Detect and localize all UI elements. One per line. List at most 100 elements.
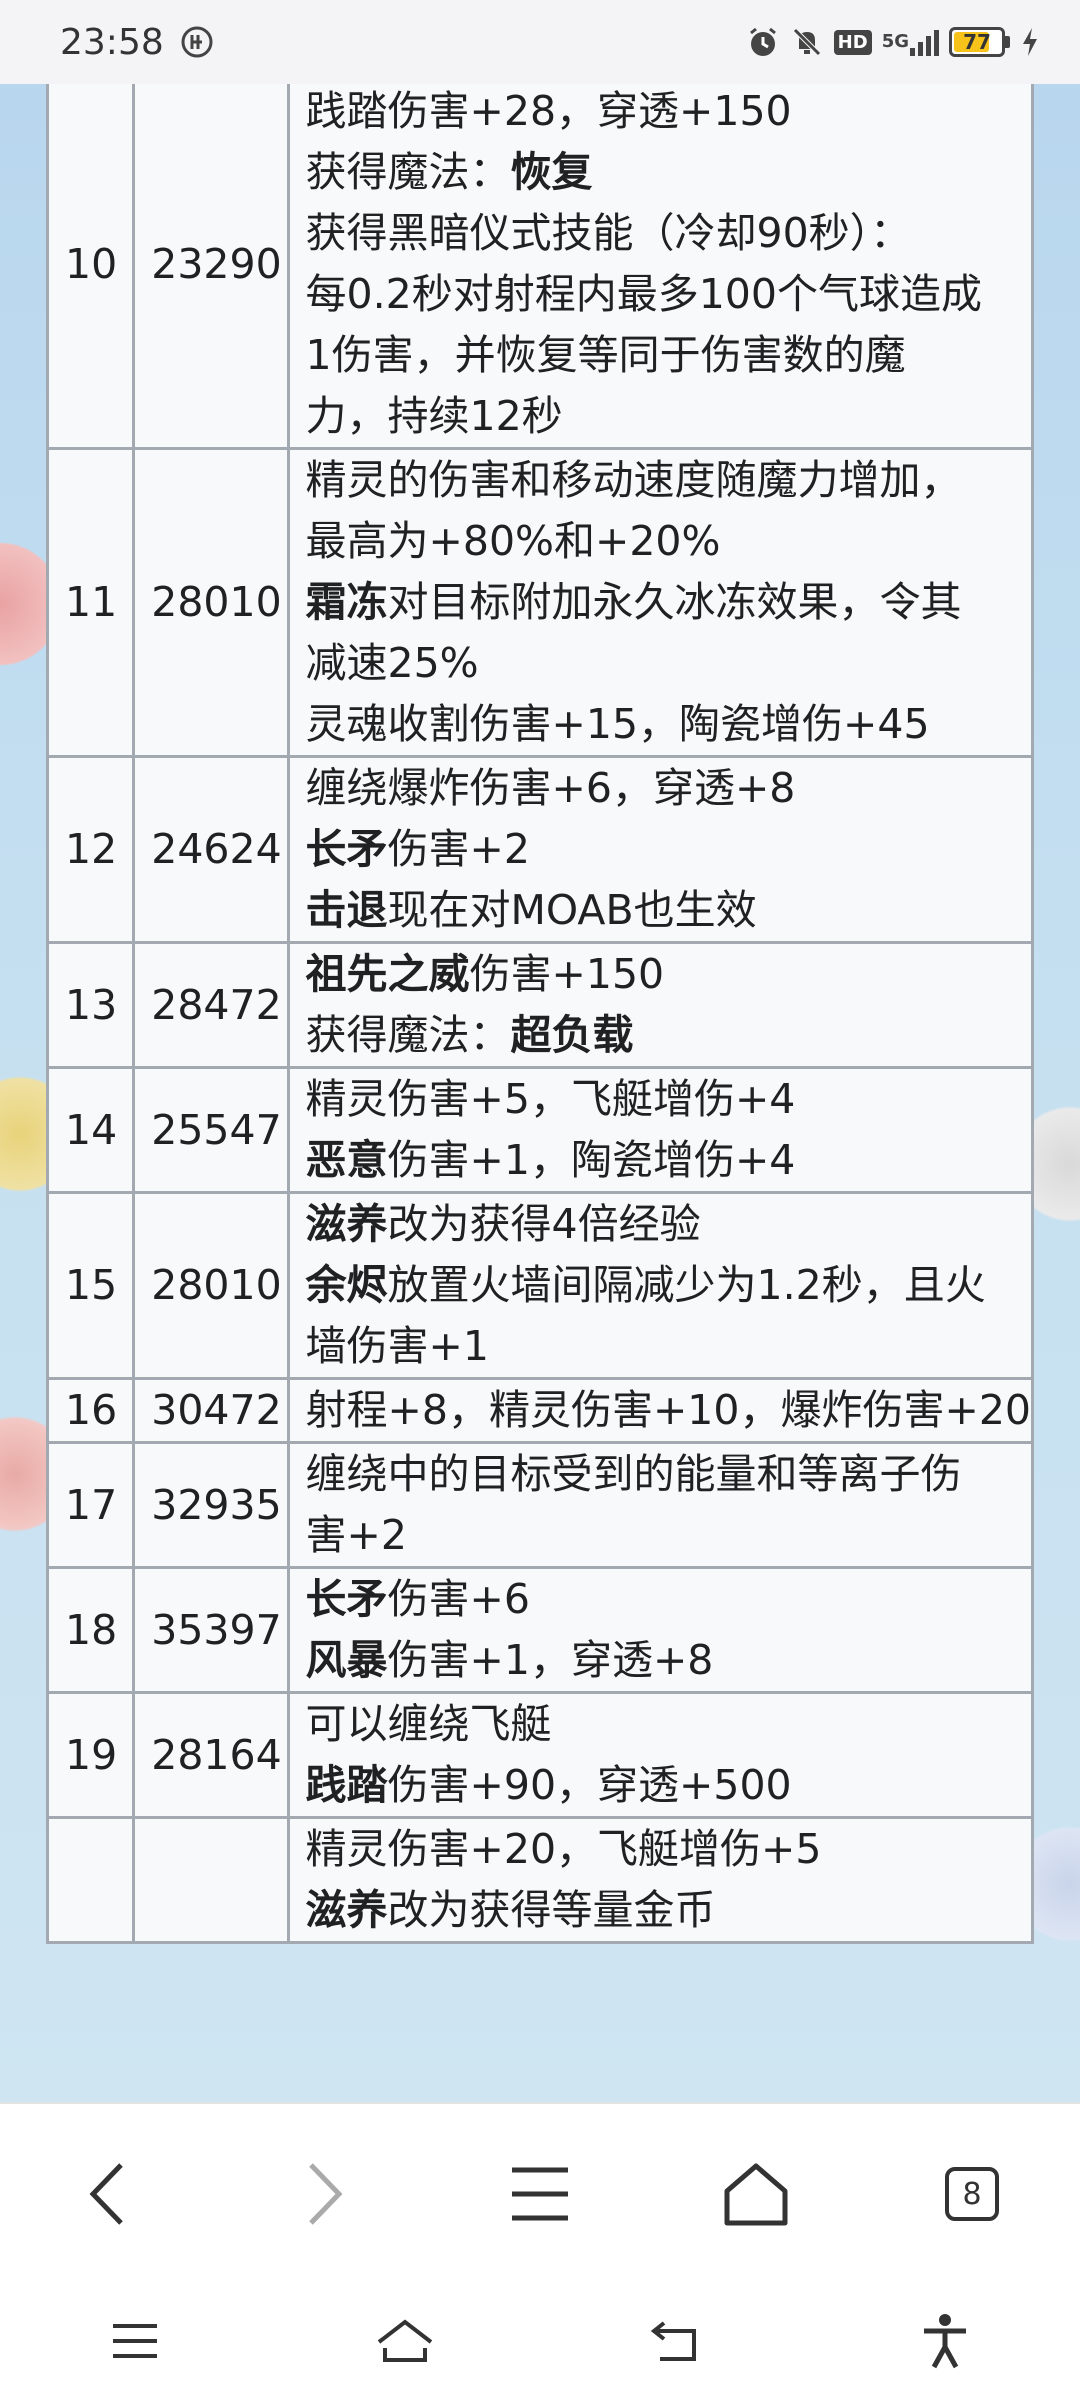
system-navigation-bar bbox=[0, 2282, 1080, 2400]
description-cell: 滋养改为获得4倍经验 余烬放置火墙间隔减少为1.2秒，且火 墙伤害+1 bbox=[286, 1191, 1034, 1380]
description-line: 减速25% bbox=[306, 633, 1032, 694]
xp-cell: 28010 bbox=[132, 1191, 290, 1380]
description-cell: 践踏伤害+28，穿透+150 获得魔法：恢复 获得黑暗仪式技能（冷却90秒）： 每0.… bbox=[286, 84, 1034, 450]
description-line: 力，持续12秒 bbox=[306, 386, 1032, 447]
app-notification-icon bbox=[180, 25, 214, 59]
description-line: 践踏伤害+90，穿透+500 bbox=[306, 1755, 1032, 1816]
description-line: 获得黑暗仪式技能（冷却90秒）： bbox=[306, 203, 1032, 264]
menu-icon bbox=[512, 2167, 568, 2221]
xp-cell: 30472 bbox=[132, 1377, 290, 1444]
description-text: 每0.2秒对射程内最多100个气球造成 bbox=[305, 270, 982, 318]
description-cell: 精灵的伤害和移动速度随魔力增加， 最高为+80%和+20% 霜冻对目标附加永久冰冻效… bbox=[286, 447, 1034, 758]
mute-icon bbox=[790, 25, 824, 59]
description-text: 伤害+90，穿透+500 bbox=[387, 1761, 792, 1809]
alarm-icon bbox=[746, 25, 780, 59]
level-cell: 17 bbox=[45, 1441, 136, 1569]
description-line: 恶意伤害+1，陶瓷增伤+4 bbox=[306, 1130, 1032, 1191]
status-left: 23:58 bbox=[60, 22, 214, 63]
xp-cell: 32935 bbox=[132, 1441, 290, 1569]
accessibility-button[interactable] bbox=[890, 2286, 1000, 2396]
web-content[interactable]: 10 23290 践踏伤害+28，穿透+150 获得魔法：恢复 获得黑暗仪式技能（冷却9… bbox=[0, 84, 1080, 2102]
xp-cell: 28010 bbox=[132, 447, 290, 758]
recents-button[interactable] bbox=[80, 2286, 190, 2396]
description-text: 伤害+1，穿透+8 bbox=[387, 1636, 714, 1684]
description-line: 害+2 bbox=[306, 1505, 1032, 1566]
level-cell: 16 bbox=[45, 1377, 136, 1444]
system-home-button[interactable] bbox=[350, 2286, 460, 2396]
xp-cell: 28164 bbox=[132, 1691, 290, 1819]
description-text: 害+2 bbox=[305, 1511, 407, 1559]
skill-name: 践踏 bbox=[305, 1761, 388, 1809]
skill-name: 霜冻 bbox=[305, 578, 388, 626]
description-cell: 射程+8，精灵伤害+10，爆炸伤害+20 bbox=[286, 1377, 1034, 1444]
menu-button[interactable] bbox=[485, 2139, 595, 2249]
system-home-icon bbox=[377, 2319, 433, 2362]
tabs-button[interactable]: 8 bbox=[917, 2139, 1027, 2249]
skill-name: 超负载 bbox=[510, 1011, 634, 1059]
upgrade-table: 10 23290 践踏伤害+28，穿透+150 获得魔法：恢复 获得黑暗仪式技能（冷却9… bbox=[45, 84, 1034, 1944]
description-text: 获得魔法： bbox=[305, 1011, 511, 1059]
table-row: 精灵伤害+20，飞艇增伤+5 滋养改为获得等量金币 bbox=[45, 1816, 1034, 1944]
forward-button[interactable] bbox=[269, 2139, 379, 2249]
xp-cell: 25547 bbox=[132, 1066, 290, 1194]
home-icon bbox=[724, 2163, 788, 2226]
description-text: 改为获得4倍经验 bbox=[387, 1200, 701, 1248]
skill-name: 余烬 bbox=[305, 1261, 388, 1309]
description-line: 长矛伤害+2 bbox=[306, 819, 1032, 880]
recents-icon bbox=[113, 2324, 157, 2358]
table-row: 12 24624 缠绕爆炸伤害+6，穿透+8 长矛伤害+2 击退现在对MOAB也生效 bbox=[45, 755, 1034, 944]
description-line: 风暴伤害+1，穿透+8 bbox=[306, 1630, 1032, 1691]
system-back-button[interactable] bbox=[620, 2286, 730, 2396]
description-text: 获得黑暗仪式技能（冷却90秒）： bbox=[305, 209, 912, 257]
battery-icon: 77 bbox=[949, 27, 1010, 57]
description-line: 滋养改为获得4倍经验 bbox=[306, 1194, 1032, 1255]
upgrade-table-body: 10 23290 践踏伤害+28，穿透+150 获得魔法：恢复 获得黑暗仪式技能（冷却9… bbox=[45, 84, 1034, 1944]
accessibility-icon bbox=[924, 2314, 966, 2369]
description-text: 力，持续12秒 bbox=[305, 392, 563, 440]
table-row: 19 28164 可以缠绕飞艇 践踏伤害+90，穿透+500 bbox=[45, 1691, 1034, 1819]
description-text: 改为获得等量金币 bbox=[387, 1886, 716, 1934]
level-cell: 11 bbox=[45, 447, 136, 758]
level-cell bbox=[45, 1816, 136, 1944]
description-text: 伤害+1，陶瓷增伤+4 bbox=[387, 1136, 796, 1184]
home-button[interactable] bbox=[701, 2139, 811, 2249]
level-cell: 14 bbox=[45, 1066, 136, 1194]
description-text: 伤害+2 bbox=[387, 825, 530, 873]
system-back-icon bbox=[650, 2321, 696, 2361]
browser-toolbar: 8 bbox=[0, 2102, 1080, 2284]
description-text: 对目标附加永久冰冻效果，令其 bbox=[387, 578, 962, 626]
level-cell: 19 bbox=[45, 1691, 136, 1819]
description-line: 精灵伤害+20，飞艇增伤+5 bbox=[306, 1819, 1032, 1880]
table-row: 18 35397 长矛伤害+6 风暴伤害+1，穿透+8 bbox=[45, 1566, 1034, 1694]
description-line: 缠绕中的目标受到的能量和等离子伤 bbox=[306, 1444, 1032, 1505]
skill-name: 长矛 bbox=[305, 1575, 388, 1623]
description-line: 最高为+80%和+20% bbox=[306, 511, 1032, 572]
status-bar: 23:58 HD 5G 77 bbox=[0, 0, 1080, 84]
description-line: 精灵的伤害和移动速度随魔力增加， bbox=[306, 450, 1032, 511]
xp-cell bbox=[132, 1816, 290, 1944]
description-line: 滋养改为获得等量金币 bbox=[306, 1880, 1032, 1941]
description-cell: 长矛伤害+6 风暴伤害+1，穿透+8 bbox=[286, 1566, 1034, 1694]
description-cell: 缠绕爆炸伤害+6，穿透+8 长矛伤害+2 击退现在对MOAB也生效 bbox=[286, 755, 1034, 944]
description-text: 可以缠绕飞艇 bbox=[305, 1700, 552, 1748]
table-row: 13 28472 祖先之威伤害+150 获得魔法：超负载 bbox=[45, 941, 1034, 1069]
description-text: 1伤害，并恢复等同于伤害数的魔 bbox=[305, 331, 906, 379]
description-line: 灵魂收割伤害+15，陶瓷增伤+45 bbox=[306, 694, 1032, 755]
description-text: 射程+8，精灵伤害+10，爆炸伤害+20 bbox=[305, 1386, 1032, 1434]
description-line: 长矛伤害+6 bbox=[306, 1569, 1032, 1630]
network-label: 5G bbox=[881, 31, 909, 52]
table-row: 11 28010 精灵的伤害和移动速度随魔力增加， 最高为+80%和+20% 霜冻对目标… bbox=[45, 447, 1034, 758]
description-line: 获得魔法：超负载 bbox=[306, 1005, 1032, 1066]
skill-name: 滋养 bbox=[305, 1886, 388, 1934]
description-cell: 可以缠绕飞艇 践踏伤害+90，穿透+500 bbox=[286, 1691, 1034, 1819]
status-right: HD 5G 77 bbox=[746, 25, 1040, 59]
signal-icon: 5G bbox=[882, 28, 939, 56]
description-text: 灵魂收割伤害+15，陶瓷增伤+45 bbox=[305, 700, 930, 748]
description-cell: 精灵伤害+5，飞艇增伤+4 恶意伤害+1，陶瓷增伤+4 bbox=[286, 1066, 1034, 1194]
skill-name: 恶意 bbox=[305, 1136, 388, 1184]
battery-level: 77 bbox=[963, 30, 991, 54]
skill-name: 击退 bbox=[305, 886, 388, 934]
xp-cell: 35397 bbox=[132, 1566, 290, 1694]
level-cell: 12 bbox=[45, 755, 136, 944]
back-button[interactable] bbox=[53, 2139, 163, 2249]
